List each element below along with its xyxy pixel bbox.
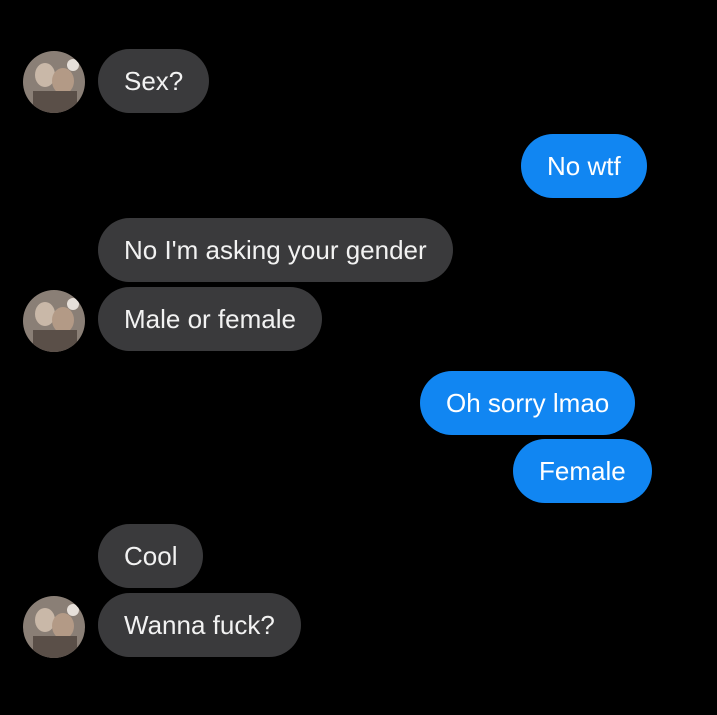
contact-avatar[interactable] [23,290,85,352]
message-bubble[interactable]: Female [513,439,652,503]
chat-thread: Sex? No wtf No I'm asking your gender Ma… [0,0,717,715]
message-bubble[interactable]: Cool [98,524,204,588]
contact-avatar[interactable] [23,596,85,658]
message-bubble[interactable]: No wtf [521,134,647,198]
message-bubble[interactable]: Oh sorry lmao [420,371,636,435]
message-bubble[interactable]: No I'm asking your gender [98,218,453,282]
message-bubble[interactable]: Sex? [98,49,210,113]
avatar-photo-icon [23,51,85,113]
contact-avatar[interactable] [23,51,85,113]
message-bubble[interactable]: Male or female [98,287,322,351]
message-bubble[interactable]: Wanna fuck? [98,593,301,657]
avatar-photo-icon [23,290,85,352]
avatar-photo-icon [23,596,85,658]
